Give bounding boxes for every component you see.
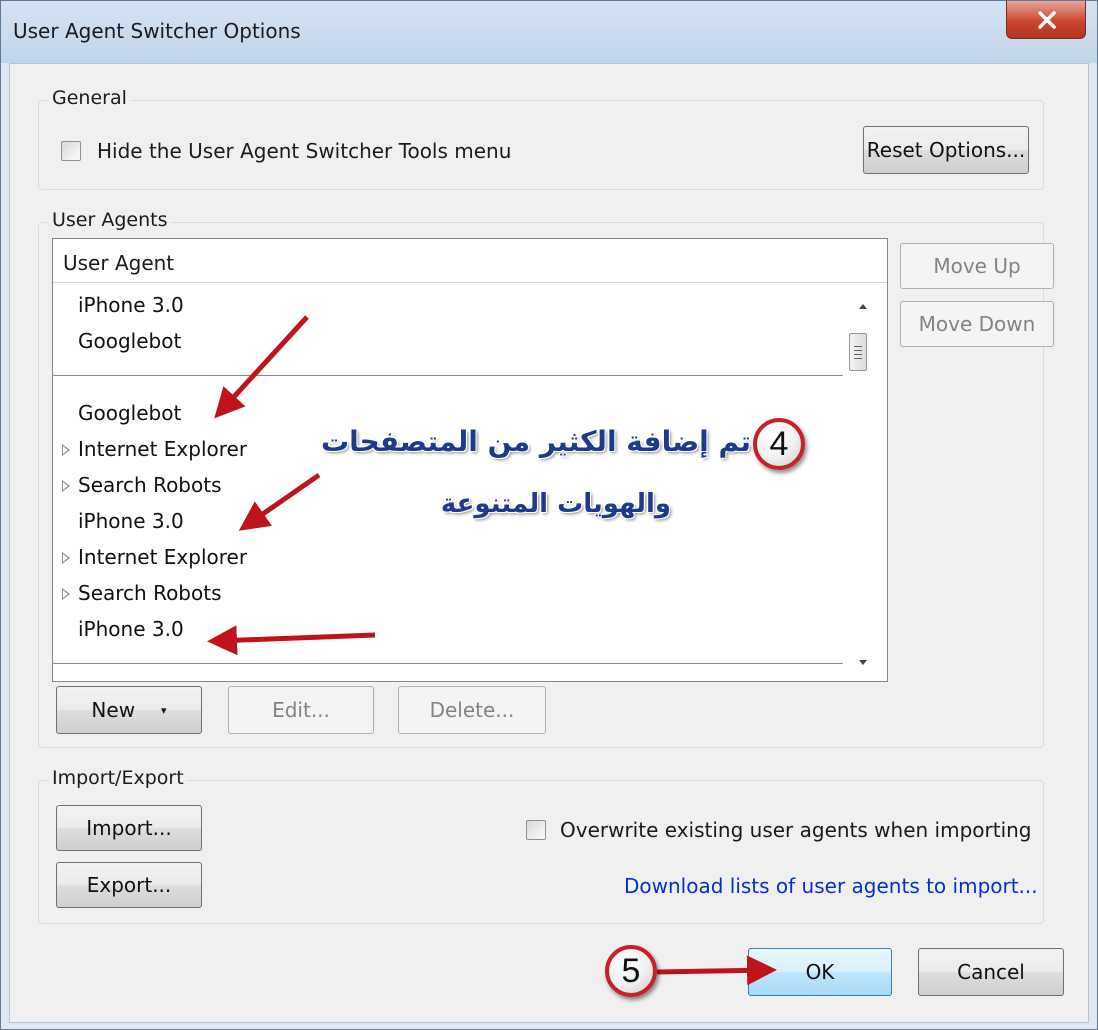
arrow-icon [656, 955, 777, 986]
arrow-icon [214, 315, 309, 419]
step-4-text-line2: والهويات المتنوعة [440, 489, 672, 519]
step-4-badge: 4 [753, 418, 805, 470]
arrow-icon [238, 472, 321, 531]
step-5-badge: 5 [605, 945, 657, 997]
step-4-text-line1: تم إضافة الكثير من المتصفحات [320, 425, 751, 458]
dialog-window: User Agent Switcher Options General Hide… [0, 0, 1098, 1030]
arrow-icon [207, 625, 376, 656]
